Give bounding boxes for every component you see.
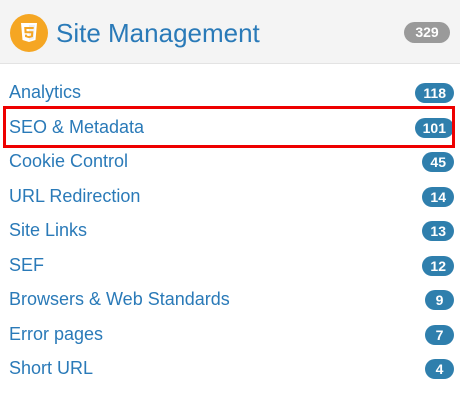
list-item-label[interactable]: SEO & Metadata <box>9 116 144 138</box>
panel-header: Site Management 329 <box>0 0 460 64</box>
count-badge: 12 <box>422 255 454 276</box>
html5-icon-glyph <box>21 23 37 42</box>
list-item-site-links[interactable]: Site Links 13 <box>0 213 462 248</box>
category-list: Analytics 118 SEO & Metadata 101 Cookie … <box>0 75 462 386</box>
list-item-label[interactable]: URL Redirection <box>9 185 140 207</box>
count-badge: 101 <box>414 117 454 138</box>
count-badge: 14 <box>422 186 454 207</box>
list-item-browsers-web-standards[interactable]: Browsers & Web Standards 9 <box>0 282 462 317</box>
list-item-label[interactable]: Error pages <box>9 323 103 345</box>
count-badge: 7 <box>425 324 454 345</box>
count-badge: 118 <box>415 83 454 103</box>
count-badge: 45 <box>422 152 454 172</box>
panel-title[interactable]: Site Management <box>56 18 260 48</box>
list-item-label[interactable]: Short URL <box>9 357 93 379</box>
list-item-label[interactable]: Browsers & Web Standards <box>9 288 230 310</box>
category-panel: Site Management 329 Analytics 118 SEO & … <box>0 0 462 407</box>
list-item-label[interactable]: Site Links <box>9 219 87 241</box>
count-badge: 13 <box>422 221 454 241</box>
list-item-analytics[interactable]: Analytics 118 <box>0 75 462 110</box>
list-item-sef[interactable]: SEF 12 <box>0 248 462 283</box>
count-badge: 4 <box>425 359 454 379</box>
list-item-error-pages[interactable]: Error pages 7 <box>0 317 462 352</box>
list-item-label[interactable]: Analytics <box>9 81 81 103</box>
list-item-label[interactable]: SEF <box>9 254 44 276</box>
list-item-cookie-control[interactable]: Cookie Control 45 <box>0 144 462 179</box>
list-item-seo-metadata[interactable]: SEO & Metadata 101 <box>0 110 462 145</box>
list-item-url-redirection[interactable]: URL Redirection 14 <box>0 179 462 214</box>
list-item-label[interactable]: Cookie Control <box>9 150 128 172</box>
html5-icon <box>10 14 48 52</box>
list-item-short-url[interactable]: Short URL 4 <box>0 351 462 386</box>
total-count-badge: 329 <box>404 22 450 43</box>
count-badge: 9 <box>425 290 454 310</box>
